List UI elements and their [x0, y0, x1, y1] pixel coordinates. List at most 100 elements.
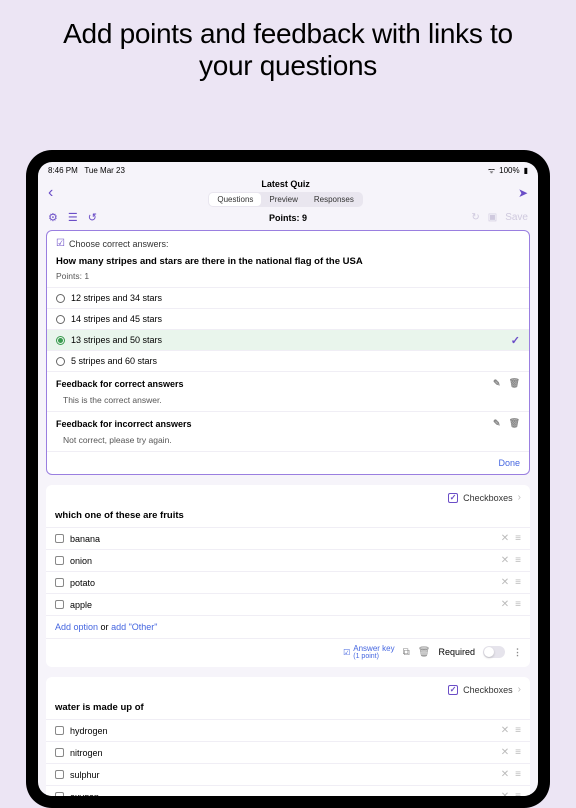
remove-icon[interactable]: ✕ — [501, 725, 509, 736]
option-text: oxygen — [70, 792, 495, 797]
more-icon[interactable]: ⋮ — [513, 647, 521, 658]
gear-icon[interactable]: ⚙ — [48, 211, 58, 224]
question-card-2: ✓ Checkboxes › which one of these are fr… — [46, 485, 530, 667]
feedback-correct-header: Feedback for correct answers ✎ 🗑 — [47, 371, 529, 392]
list-icon[interactable]: ☰ — [68, 211, 78, 224]
checkbox-type-icon: ✓ — [448, 493, 458, 503]
option-text: onion — [70, 556, 495, 566]
checkbox-icon — [55, 556, 64, 565]
option-row[interactable]: 14 stripes and 45 stars — [47, 308, 529, 329]
radio-icon — [56, 315, 65, 324]
option-text: hydrogen — [70, 726, 495, 736]
option-row[interactable]: hydrogen ✕ ≡ — [46, 719, 530, 741]
option-row[interactable]: apple ✕≡ — [46, 593, 530, 615]
option-row-correct[interactable]: 13 stripes and 50 stars ✓ — [47, 329, 529, 350]
status-bar: 8:46 PM Tue Mar 23 ᯤ 100% ▮ — [38, 162, 538, 177]
required-label: Required — [438, 647, 475, 657]
option-row[interactable]: 12 stripes and 34 stars — [47, 287, 529, 308]
edit-icon[interactable]: ✎ — [493, 418, 501, 429]
remove-icon[interactable]: ✕ — [501, 577, 509, 588]
feedback-incorrect-header: Feedback for incorrect answers ✎ 🗑 — [47, 411, 529, 432]
page-title: Latest Quiz — [53, 179, 518, 189]
answer-key-button[interactable]: ☑ Answer key (1 point) — [343, 644, 395, 660]
remove-icon[interactable]: ✕ — [501, 599, 509, 610]
option-row[interactable]: oxygen ✕ ≡ — [46, 785, 530, 796]
add-option-row: Add option or add "Other" — [46, 615, 530, 638]
add-other-link[interactable]: add "Other" — [111, 622, 157, 632]
remove-icon[interactable]: ✕ — [501, 791, 509, 796]
chevron-right-icon: › — [518, 684, 521, 695]
trash-icon[interactable]: 🗑 — [509, 378, 520, 389]
edit-icon[interactable]: ✎ — [493, 378, 501, 389]
checkbox-icon — [55, 600, 64, 609]
done-button[interactable]: Done — [47, 451, 529, 474]
checkbox-icon — [55, 770, 64, 779]
checkbox-icon — [55, 792, 64, 796]
drag-handle-icon[interactable]: ≡ — [515, 555, 521, 566]
status-date: Tue Mar 23 — [84, 166, 125, 175]
tab-responses[interactable]: Responses — [306, 193, 362, 206]
feedback-correct-text: This is the correct answer. — [47, 392, 529, 411]
option-text: nitrogen — [70, 748, 495, 758]
option-row[interactable]: nitrogen ✕ ≡ — [46, 741, 530, 763]
option-text: 14 stripes and 45 stars — [71, 314, 520, 324]
remove-icon[interactable]: ✕ — [501, 769, 509, 780]
checkbox-icon — [55, 534, 64, 543]
feedback-incorrect-label: Feedback for incorrect answers — [56, 419, 192, 429]
promo-title: Add points and feedback with links to yo… — [0, 0, 576, 98]
or-text: or — [98, 622, 111, 632]
tab-preview[interactable]: Preview — [261, 193, 305, 206]
radio-icon — [56, 357, 65, 366]
option-row[interactable]: potato ✕ ≡ — [46, 571, 530, 593]
radio-icon — [56, 294, 65, 303]
remove-icon[interactable]: ✕ — [501, 555, 509, 566]
drag-handle-icon[interactable]: ≡ — [515, 791, 521, 796]
remove-icon[interactable]: ✕ — [501, 747, 509, 758]
option-text: banana — [70, 534, 495, 544]
question-points: Points: 1 — [47, 271, 529, 287]
trash-icon[interactable]: 🗑 — [418, 647, 431, 658]
option-text: 13 stripes and 50 stars — [71, 335, 520, 345]
option-row[interactable]: 5 stripes and 60 stars — [47, 350, 529, 371]
wifi-icon: ᯤ — [488, 165, 495, 176]
add-option-link[interactable]: Add option — [55, 622, 98, 632]
camera-icon[interactable]: ▣ — [488, 212, 497, 223]
question-type-label[interactable]: Checkboxes — [463, 493, 513, 503]
drag-handle-icon[interactable]: ≡ — [515, 769, 521, 780]
option-text: 12 stripes and 34 stars — [71, 293, 520, 303]
option-text: potato — [70, 578, 495, 588]
option-row[interactable]: onion ✕ ≡ — [46, 549, 530, 571]
device-screen: 8:46 PM Tue Mar 23 ᯤ 100% ▮ ‹ Latest Qui… — [38, 162, 538, 796]
checkbox-icon — [55, 578, 64, 587]
send-button[interactable]: ➤ — [518, 186, 528, 200]
remove-icon[interactable]: ✕ — [501, 533, 509, 544]
drag-handle-icon[interactable]: ≡ — [515, 747, 521, 758]
nav-bar: ‹ Latest Quiz Questions Preview Response… — [38, 177, 538, 207]
drag-handle-icon[interactable]: ≡ — [515, 725, 521, 736]
question-type-label[interactable]: Checkboxes — [463, 685, 513, 695]
option-text: sulphur — [70, 770, 495, 780]
redo-icon[interactable]: ↻ — [471, 212, 479, 223]
choose-answers-label: Choose correct answers: — [69, 239, 169, 249]
card-footer: ☑ Answer key (1 point) ⧉ 🗑 Required ⋮ — [46, 638, 530, 667]
drag-handle-icon[interactable]: ≡ — [515, 533, 521, 544]
checkbox-icon — [55, 726, 64, 735]
option-row[interactable]: sulphur ✕ ≡ — [46, 763, 530, 785]
toolbar: ⚙ ☰ ↺ Points: 9 ↻ ▣ Save — [38, 207, 538, 230]
copy-icon[interactable]: ⧉ — [403, 647, 410, 658]
points-total: Points: 9 — [269, 213, 307, 223]
required-toggle[interactable] — [483, 646, 505, 658]
question-card-1: ☑ Choose correct answers: How many strip… — [46, 230, 530, 475]
option-row[interactable]: banana ✕ ≡ — [46, 527, 530, 549]
trash-icon[interactable]: 🗑 — [509, 418, 520, 429]
drag-handle-icon[interactable]: ≡ — [515, 599, 521, 610]
status-right: ᯤ 100% ▮ — [488, 165, 528, 176]
undo-icon[interactable]: ↺ — [88, 211, 97, 224]
drag-handle-icon[interactable]: ≡ — [515, 577, 521, 588]
status-time: 8:46 PM — [48, 166, 78, 175]
answer-key-icon: ☑ — [343, 648, 350, 657]
save-button[interactable]: Save — [505, 212, 528, 223]
tab-questions[interactable]: Questions — [209, 193, 261, 206]
chevron-right-icon: › — [518, 492, 521, 503]
answer-key-icon: ☑ — [56, 238, 65, 249]
